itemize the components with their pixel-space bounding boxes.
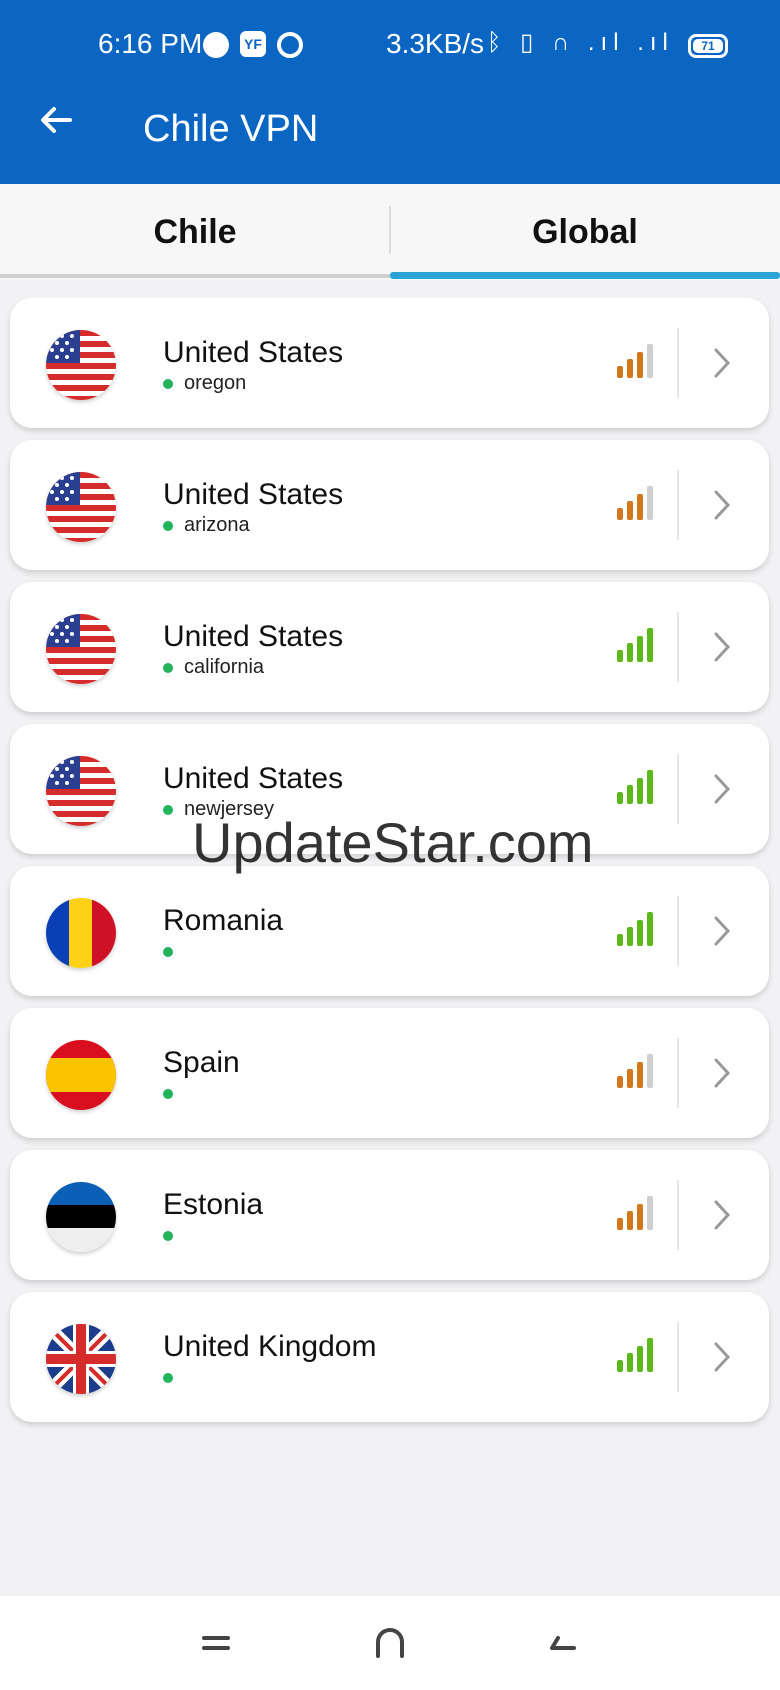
notification-ring-icon [277,32,303,58]
tab-global[interactable]: Global [390,184,780,280]
chevron-right-icon[interactable] [710,772,734,806]
signal-strength-icon [617,482,661,522]
home-icon[interactable] [370,1628,410,1658]
online-dot-icon [163,379,173,389]
notification-dot-icon [203,32,229,58]
status-bar: 6:16 PM YF 3.3KB/s ᛒ ▯ ∩ .ıl .ıl 71 [0,0,780,72]
signal-strength-icon [617,908,661,948]
menu-icon[interactable] [196,1628,236,1658]
card-divider [677,896,679,966]
country-name: United States [163,336,344,369]
back-arrow-icon[interactable] [36,100,76,140]
country-name: United States [163,762,344,795]
signal-strength-icon [617,1050,661,1090]
online-dot-icon [163,947,173,957]
country-name: United States [163,620,344,653]
online-dot-icon [163,805,173,815]
online-dot-icon [163,521,173,531]
region-name: california [184,656,265,678]
card-divider [677,1038,679,1108]
tab-underline-active [390,272,780,279]
card-divider [677,1322,679,1392]
chevron-right-icon[interactable] [710,914,734,948]
country-name: United Kingdom [163,1330,377,1363]
back-icon[interactable] [544,1628,584,1658]
server-card[interactable]: Romania [10,866,769,996]
us-flag-icon [46,472,116,542]
server-card[interactable]: United Kingdom [10,1292,769,1422]
us-flag-icon [46,330,116,400]
signal-strength-icon [617,1334,661,1374]
signal-strength-icon [617,1192,661,1232]
server-card[interactable]: United States california [10,582,769,712]
app-bar: Chile VPN [0,72,780,184]
region-name: arizona [184,514,250,536]
country-name: Spain [163,1046,240,1079]
us-flag-icon [46,614,116,684]
server-card[interactable]: Spain [10,1008,769,1138]
server-card[interactable]: United States arizona [10,440,769,570]
online-dot-icon [163,1373,173,1383]
network-speed: 3.3KB/s [386,28,485,59]
country-name: United States [163,478,344,511]
server-list: United States oregon United States arizo… [0,298,780,1476]
card-divider [677,470,679,540]
tab-bar: Chile Global [0,184,780,280]
tab-chile[interactable]: Chile [0,184,390,280]
estonia-flag-icon [46,1182,116,1252]
country-name: Romania [163,904,284,937]
page-title: Chile VPN [143,108,319,150]
tab-underline-inactive [0,274,390,278]
spain-flag-icon [46,1040,116,1110]
signal-strength-icon [617,340,661,380]
server-card[interactable]: United States oregon [10,298,769,428]
signal-strength-icon [617,624,661,664]
online-dot-icon [163,663,173,673]
card-divider [677,612,679,682]
watermark: UpdateStar.com [192,811,594,874]
notification-app-icon: YF [240,31,266,57]
us-flag-icon [46,756,116,826]
chevron-right-icon[interactable] [710,346,734,380]
card-divider [677,1180,679,1250]
signal-strength-icon [617,766,661,806]
battery-icon: 71 [688,34,728,58]
online-dot-icon [163,1089,173,1099]
status-indicator-icons: ᛒ ▯ ∩ .ıl .ıl [487,29,674,56]
server-card[interactable]: Estonia [10,1150,769,1280]
chevron-right-icon[interactable] [710,488,734,522]
country-name: Estonia [163,1188,264,1221]
chevron-right-icon[interactable] [710,1340,734,1374]
chevron-right-icon[interactable] [710,630,734,664]
card-divider [677,328,679,398]
chevron-right-icon[interactable] [710,1056,734,1090]
chevron-right-icon[interactable] [710,1198,734,1232]
uk-flag-icon [46,1324,116,1394]
status-time: 6:16 PM [98,28,203,59]
region-name: oregon [184,372,247,394]
romania-flag-icon [46,898,116,968]
battery-level: 71 [693,39,723,53]
online-dot-icon [163,1231,173,1241]
system-nav-bar [0,1596,780,1690]
card-divider [677,754,679,824]
